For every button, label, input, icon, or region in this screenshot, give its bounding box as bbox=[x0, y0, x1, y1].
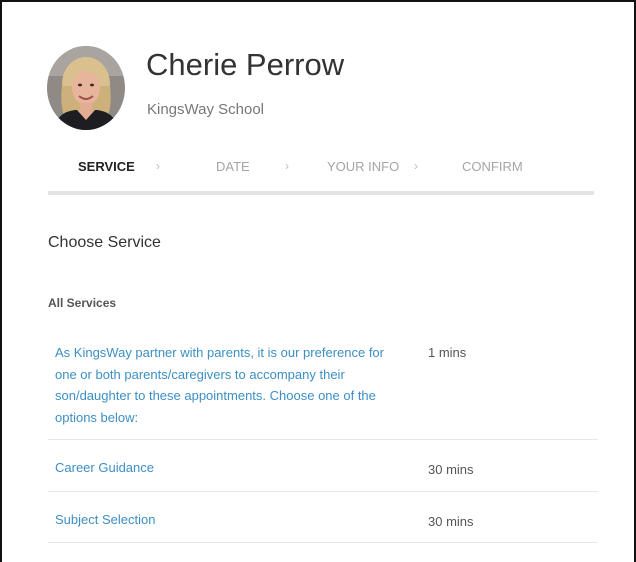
step-your-info[interactable]: YOUR INFO bbox=[327, 159, 399, 174]
chevron-right-icon: › bbox=[414, 159, 418, 173]
staff-organization: KingsWay School bbox=[147, 101, 264, 118]
step-service[interactable]: SERVICE bbox=[78, 159, 135, 174]
service-duration: 1 mins bbox=[428, 345, 467, 360]
service-row-parent-preference[interactable]: As KingsWay partner with parents, it is … bbox=[48, 338, 598, 440]
service-row-subject-selection[interactable]: Subject Selection 30 mins bbox=[48, 492, 598, 543]
section-title: Choose Service bbox=[48, 234, 161, 251]
service-row-career-guidance[interactable]: Career Guidance 30 mins bbox=[48, 440, 598, 492]
service-group-title: All Services bbox=[48, 296, 117, 310]
steps-divider bbox=[48, 191, 594, 195]
chevron-right-icon: › bbox=[285, 159, 289, 173]
booking-steps: SERVICE › DATE › YOUR INFO › CONFIRM bbox=[48, 159, 594, 183]
avatar-photo bbox=[47, 46, 125, 130]
service-name[interactable]: Career Guidance bbox=[55, 457, 405, 479]
booking-panel: Cherie Perrow KingsWay School SERVICE › … bbox=[0, 0, 636, 562]
service-duration: 30 mins bbox=[428, 514, 474, 529]
step-confirm[interactable]: CONFIRM bbox=[462, 159, 523, 174]
step-date[interactable]: DATE bbox=[216, 159, 250, 174]
staff-avatar bbox=[47, 46, 125, 130]
service-name[interactable]: As KingsWay partner with parents, it is … bbox=[55, 342, 405, 428]
service-name[interactable]: Subject Selection bbox=[55, 509, 405, 531]
staff-name: Cherie Perrow bbox=[146, 47, 345, 82]
service-duration: 30 mins bbox=[428, 462, 474, 477]
chevron-right-icon: › bbox=[156, 159, 160, 173]
